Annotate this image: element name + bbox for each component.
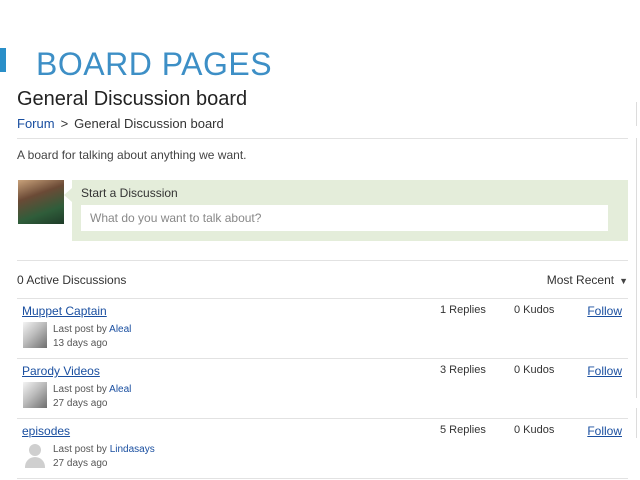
avatar-body	[25, 457, 45, 468]
active-discussions-count: 0 Active Discussions	[17, 273, 127, 287]
start-discussion-input[interactable]	[81, 205, 608, 231]
author-link[interactable]: Lindasays	[110, 444, 155, 455]
author-link[interactable]: Aleal	[109, 384, 131, 395]
last-post-age: 13 days ago	[53, 338, 108, 349]
breadcrumb-forum-link[interactable]: Forum	[17, 116, 55, 131]
right-edge-mark	[636, 408, 640, 438]
breadcrumb: Forum > General Discussion board	[17, 116, 224, 131]
right-edge-mark	[636, 102, 640, 126]
last-post-prefix: Last post by	[53, 324, 107, 335]
kudos-count: 0 Kudos	[514, 304, 555, 316]
discussion-row: Parody Videos Last post by Aleal 27 days…	[17, 358, 628, 418]
sort-label: Most Recent	[546, 273, 615, 287]
author-avatar[interactable]	[23, 322, 47, 348]
slide-accent-bar	[0, 48, 6, 72]
follow-link[interactable]: Follow	[587, 364, 622, 378]
avatar-head	[29, 444, 41, 456]
author-link[interactable]: Aleal	[109, 324, 131, 335]
discussion-title-link[interactable]: episodes	[22, 424, 70, 438]
author-avatar[interactable]	[23, 382, 47, 408]
board-title: General Discussion board	[17, 88, 248, 110]
user-avatar[interactable]	[18, 180, 64, 224]
replies-count: 1 Replies	[440, 304, 486, 316]
follow-link[interactable]: Follow	[587, 424, 622, 438]
caret-down-icon: ▼	[619, 276, 628, 286]
discussion-title-link[interactable]: Parody Videos	[22, 364, 100, 378]
row-divider	[17, 478, 628, 479]
last-post-info: Last post by Aleal	[53, 324, 131, 335]
default-avatar-icon[interactable]	[23, 442, 47, 468]
start-discussion-label: Start a Discussion	[81, 186, 178, 200]
breadcrumb-separator: >	[60, 116, 69, 131]
replies-count: 5 Replies	[440, 424, 486, 436]
kudos-count: 0 Kudos	[514, 424, 555, 436]
sort-dropdown[interactable]: Most Recent ▼	[547, 273, 628, 287]
section-divider	[17, 260, 628, 261]
last-post-age: 27 days ago	[53, 398, 108, 409]
kudos-count: 0 Kudos	[514, 364, 555, 376]
board-description: A board for talking about anything we wa…	[17, 148, 247, 162]
last-post-info: Last post by Lindasays	[53, 444, 155, 455]
last-post-prefix: Last post by	[53, 444, 107, 455]
discussion-row: Muppet Captain Last post by Aleal 13 day…	[17, 298, 628, 358]
discussion-row: episodes Last post by Lindasays 27 days …	[17, 418, 628, 478]
replies-count: 3 Replies	[440, 364, 486, 376]
slide-title: BOARD PAGES	[36, 46, 273, 82]
last-post-prefix: Last post by	[53, 384, 107, 395]
follow-link[interactable]: Follow	[587, 304, 622, 318]
last-post-info: Last post by Aleal	[53, 384, 131, 395]
last-post-age: 27 days ago	[53, 458, 108, 469]
right-edge-panel	[636, 138, 640, 398]
breadcrumb-current: General Discussion board	[74, 116, 224, 131]
header-divider	[17, 138, 628, 139]
start-discussion-panel: Start a Discussion	[64, 180, 628, 241]
discussion-title-link[interactable]: Muppet Captain	[22, 304, 107, 318]
